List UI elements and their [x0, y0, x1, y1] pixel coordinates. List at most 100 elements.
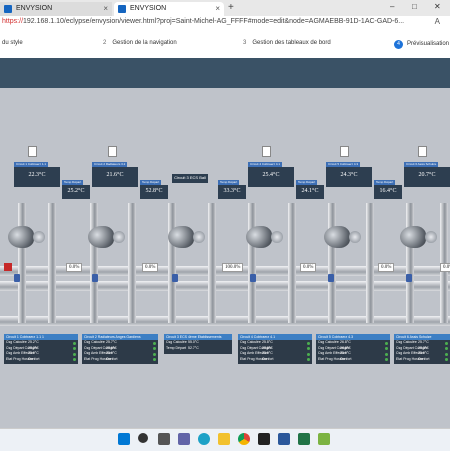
temperature-widget[interactable]: 20.7°C — [404, 167, 450, 187]
new-tab-button[interactable]: + — [228, 2, 234, 13]
valve-icon — [14, 274, 20, 282]
edge-icon[interactable] — [198, 433, 210, 445]
pump-motor-icon — [113, 231, 125, 243]
envysion-favicon-icon — [118, 5, 126, 13]
status-ok-icon — [445, 341, 448, 345]
status-ok-icon — [73, 341, 76, 345]
panel-row: Etat Prog Horaire Confort — [4, 357, 78, 363]
vertical-pipe — [18, 203, 26, 323]
status-ok-icon — [385, 358, 388, 361]
status-ok-icon — [445, 352, 448, 356]
hydraulic-synoptic: 0.0% 0.0% 100.0% 0.0% 0.0% 0.0% Circuit … — [0, 88, 450, 428]
status-ok-icon — [385, 341, 388, 345]
status-ok-icon — [307, 341, 310, 345]
step-style[interactable]: du style — [2, 40, 23, 46]
greenshot-icon[interactable] — [318, 433, 330, 445]
step-wizard: du style 2 Gestion de la navigation 3 Gest… — [0, 30, 450, 79]
vertical-pipe — [168, 203, 176, 323]
radiator-icon — [262, 146, 271, 157]
tab-close-icon[interactable]: × — [215, 2, 220, 16]
step-preview[interactable]: 4 Prévisualisation — [394, 40, 449, 49]
task-view-icon[interactable] — [158, 433, 170, 445]
step-navigation[interactable]: 2 Gestion de la navigation — [103, 40, 177, 46]
temperature-widget[interactable]: 25.2°C — [62, 185, 90, 199]
app-nav-bar — [0, 58, 450, 88]
temperature-widget[interactable]: 52.8°C — [140, 185, 168, 199]
valve-opening: 0.0% — [142, 263, 159, 272]
radiator-icon — [108, 146, 117, 157]
close-window-button[interactable]: ✕ — [434, 2, 441, 11]
envysion-favicon-icon — [4, 5, 12, 13]
status-ok-icon — [153, 358, 156, 361]
return-pipe — [0, 281, 450, 291]
tab-label: ENVYSION — [16, 5, 53, 12]
circuit-panel[interactable]: Circuit 4 Cobtraerz 4.1 Csg Calculée 25.8… — [238, 334, 312, 364]
circuit-panel[interactable]: Circuit 5 Cobtraerz 4.3 Csg Calculée 26.8… — [316, 334, 390, 364]
status-ok-icon — [385, 347, 388, 350]
teams-icon[interactable] — [178, 433, 190, 445]
valve-icon — [406, 274, 412, 282]
browser-tab[interactable]: ENVYSION × — [0, 2, 112, 16]
circuit-panel[interactable]: Circuit 2 Radiateurs Anges Gardiens Csg … — [82, 334, 158, 364]
vertical-pipe — [48, 203, 56, 323]
file-explorer-icon[interactable] — [218, 433, 230, 445]
temperature-widget[interactable]: 24.1°C — [296, 185, 324, 199]
pump-motor-icon — [349, 231, 361, 243]
pump-icon — [246, 226, 272, 248]
circuit-label: Circuit 3 ECS Ball — [172, 174, 208, 183]
vertical-pipe — [128, 203, 136, 323]
status-ok-icon — [153, 352, 156, 356]
status-ok-icon — [73, 347, 76, 350]
browser-tab-active[interactable]: ENVYSION × — [114, 2, 224, 16]
url-text[interactable]: https://192.168.1.10/eclypse/envysion/vi… — [2, 18, 404, 25]
search-icon[interactable] — [138, 433, 148, 443]
status-ok-icon — [445, 347, 448, 350]
panel-row: Etat Prog Horaire Confort — [82, 357, 158, 363]
valve-icon — [328, 274, 334, 282]
pump-motor-icon — [271, 231, 283, 243]
address-bar[interactable]: https://192.168.1.10/eclypse/envysion/vi… — [0, 16, 450, 31]
temperature-widget[interactable]: 24.3°C — [326, 167, 372, 187]
alarm-indicator — [4, 263, 12, 271]
vertical-pipe — [90, 203, 98, 323]
vertical-pipe — [328, 203, 336, 323]
vertical-pipe — [248, 203, 256, 323]
circuit-panel[interactable]: Circuit 6 Assis Schulze Csg Calculée 25.7… — [394, 334, 450, 364]
vertical-pipe — [406, 203, 414, 323]
media-icon[interactable] — [258, 433, 270, 445]
reader-mode-icon[interactable]: A — [435, 17, 440, 26]
valve-icon — [172, 274, 178, 282]
vertical-pipe — [366, 203, 374, 323]
vertical-pipe — [288, 203, 296, 323]
radiator-icon — [340, 146, 349, 157]
panel-row: Etat Prog Horaire Confort — [316, 357, 390, 363]
temperature-widget[interactable]: 22.3°C — [14, 167, 60, 187]
valve-icon — [250, 274, 256, 282]
pump-icon — [324, 226, 350, 248]
maximize-button[interactable]: □ — [412, 2, 417, 11]
status-ok-icon — [307, 347, 310, 350]
pump-icon — [8, 226, 34, 248]
windows-taskbar — [0, 428, 450, 451]
valve-opening: 0.0% — [378, 263, 395, 272]
minimize-button[interactable]: – — [390, 2, 394, 11]
temperature-widget[interactable]: 33.3°C — [218, 185, 246, 199]
panel-row: Etat Prog Horaire Confort — [238, 357, 312, 363]
circuit-panel[interactable]: Circuit 1 Cobtraerz 1.1 1 Csg Calculée 25… — [4, 334, 78, 364]
pump-motor-icon — [193, 231, 205, 243]
word-icon[interactable] — [278, 433, 290, 445]
status-ok-icon — [153, 347, 156, 350]
step-dashboards[interactable]: 3 Gestion des tableaux de bord — [243, 40, 331, 46]
excel-icon[interactable] — [298, 433, 310, 445]
windows-icon[interactable] — [118, 433, 130, 445]
tab-close-icon[interactable]: × — [103, 2, 108, 16]
circuit-panel[interactable]: Circuit 3 ECS 4ème Etablissements Csg Ca… — [164, 334, 232, 354]
chrome-icon[interactable] — [238, 433, 250, 445]
radiator-icon — [418, 146, 427, 157]
temperature-widget[interactable]: 25.4°C — [248, 167, 294, 187]
valve-icon — [92, 274, 98, 282]
temperature-widget[interactable]: 21.6°C — [92, 167, 138, 187]
status-ok-icon — [153, 341, 156, 345]
panel-row: Etat Prog Horaire Confort — [394, 357, 450, 363]
temperature-widget[interactable]: 16.4°C — [374, 185, 402, 199]
